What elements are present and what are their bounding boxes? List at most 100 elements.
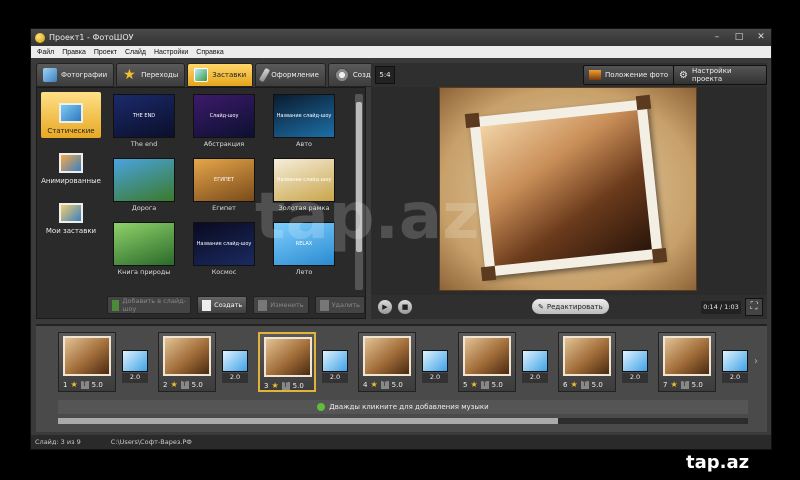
- playback-bar: ▶ ■ ✎ Редактировать 0:14 / 1:03 ⛶: [371, 295, 767, 319]
- status-path: C:\Users\Софт-Варез.РФ: [110, 438, 192, 446]
- project-settings-button[interactable]: ⚙ Настройки проекта: [673, 65, 767, 85]
- slide-duration: 5.0: [691, 380, 703, 389]
- menu-slide[interactable]: Слайд: [125, 49, 146, 56]
- slide-thumbnail: [63, 336, 111, 376]
- slide-thumbnail: [363, 336, 411, 376]
- brush-icon: [259, 67, 271, 83]
- timeline-slide[interactable]: 6 ★ T 5.0: [558, 332, 616, 392]
- play-icon[interactable]: ▶: [377, 299, 393, 315]
- preview-photo: [480, 110, 652, 266]
- menu-settings[interactable]: Настройки: [154, 49, 188, 56]
- template-thumb[interactable]: Дорога: [113, 158, 177, 212]
- template-thumb[interactable]: THE END The end: [113, 94, 177, 148]
- transition-duration: 2.0: [122, 373, 148, 383]
- tab-label: Заставки: [212, 71, 247, 79]
- template-image: [113, 222, 175, 266]
- slide-duration: 5.0: [491, 380, 503, 389]
- chevron-right-icon[interactable]: ›: [754, 356, 758, 367]
- text-icon: T: [680, 380, 689, 389]
- button-label: Удалить: [331, 301, 360, 309]
- timeline-slide[interactable]: 5 ★ T 5.0: [458, 332, 516, 392]
- timeline-transition[interactable]: 2.0: [422, 350, 450, 384]
- status-bar: Слайд: 3 из 9 C:\Users\Софт-Варез.РФ: [31, 435, 771, 449]
- photo-position-icon: [589, 70, 601, 80]
- menu-file[interactable]: Файл: [37, 49, 54, 56]
- category-list: Статические Анимированные Мои заставки: [41, 92, 101, 242]
- star-icon: ★: [170, 380, 178, 389]
- slide-thumbnail: [463, 336, 511, 376]
- timeline-scrollbar-thumb[interactable]: [58, 418, 558, 424]
- template-thumb[interactable]: Название слайд-шоу Авто: [273, 94, 337, 148]
- timeline-transition[interactable]: 2.0: [522, 350, 550, 384]
- my-screensavers-icon: [59, 203, 83, 223]
- tab-screensavers[interactable]: Заставки: [187, 63, 254, 87]
- tab-label: Фотографии: [61, 71, 108, 79]
- photo-position-button[interactable]: Положение фото: [583, 65, 675, 85]
- fullscreen-icon[interactable]: ⛶: [745, 298, 763, 316]
- frame-corner: [635, 94, 652, 111]
- timeline-slide[interactable]: 3 ★ T 5.0: [258, 332, 316, 392]
- timeline-slide[interactable]: 4 ★ T 5.0: [358, 332, 416, 392]
- timeline-transition[interactable]: 2.0: [122, 350, 150, 384]
- timeline-transition[interactable]: 2.0: [722, 350, 750, 384]
- create-button[interactable]: Создать: [197, 296, 248, 314]
- template-thumb[interactable]: Книга природы: [113, 222, 177, 276]
- category-animated[interactable]: Анимированные: [41, 142, 101, 188]
- timeline-slide[interactable]: 7 ★ T 5.0: [658, 332, 716, 392]
- template-thumb[interactable]: Слайд-шоу Абстракция: [193, 94, 257, 148]
- menu-help[interactable]: Справка: [196, 49, 223, 56]
- status-slide: Слайд: 3 из 9: [35, 438, 81, 446]
- slide-info: 2 ★ T 5.0: [163, 379, 213, 390]
- timeline-slide[interactable]: 2 ★ T 5.0: [158, 332, 216, 392]
- template-thumb[interactable]: Название слайд-шоу Космос: [193, 222, 257, 276]
- star-icon: ★: [370, 380, 378, 389]
- maximize-icon[interactable]: □: [733, 31, 745, 43]
- edit-template-button[interactable]: Изменить: [253, 296, 309, 314]
- button-label: Редактировать: [546, 302, 603, 311]
- aspect-ratio[interactable]: 5:4: [375, 66, 395, 84]
- template-thumb[interactable]: ЕГИПЕТ Египет: [193, 158, 257, 212]
- add-to-show-button[interactable]: Добавить в слайд-шоу: [107, 296, 192, 314]
- frame-corner: [480, 265, 497, 282]
- film-reel-icon: [334, 68, 349, 82]
- minimize-icon[interactable]: –: [711, 31, 723, 43]
- template-image: THE END: [113, 94, 175, 138]
- menu-edit[interactable]: Правка: [62, 49, 86, 56]
- timeline-slide[interactable]: 1 ★ T 5.0: [58, 332, 116, 392]
- text-icon: T: [180, 380, 189, 389]
- text-icon: T: [380, 380, 389, 389]
- template-label: Космос: [211, 268, 237, 276]
- timeline-transition[interactable]: 2.0: [622, 350, 650, 384]
- slide-thumbnail: [264, 337, 312, 377]
- slide-duration: 5.0: [191, 380, 203, 389]
- photos-icon: [43, 68, 57, 82]
- timeline-transition[interactable]: 2.0: [322, 350, 350, 384]
- delete-template-button[interactable]: Удалить: [314, 296, 365, 314]
- menu-project[interactable]: Проект: [94, 49, 117, 56]
- watermark-corner: tap.az: [686, 452, 749, 473]
- star-icon: ★: [271, 381, 279, 390]
- category-my[interactable]: Мои заставки: [41, 192, 101, 238]
- close-icon[interactable]: ✕: [755, 31, 767, 43]
- tab-transitions[interactable]: ★ Переходы: [116, 63, 186, 87]
- timeline-scrollbar[interactable]: [58, 418, 748, 424]
- gear-icon: ⚙: [679, 69, 688, 81]
- category-static[interactable]: Статические: [41, 92, 101, 138]
- transition-duration: 2.0: [222, 373, 248, 383]
- stop-icon[interactable]: ■: [397, 299, 413, 315]
- transition-thumbnail: [222, 350, 248, 372]
- category-label: Мои заставки: [45, 227, 97, 235]
- slide-thumbnail: [163, 336, 211, 376]
- tab-photos[interactable]: Фотографии: [36, 63, 115, 87]
- tab-design[interactable]: Оформление: [255, 63, 326, 87]
- new-document-icon: [202, 299, 212, 311]
- category-label: Анимированные: [41, 177, 101, 185]
- button-label: Изменить: [270, 301, 304, 309]
- slide-number: 5: [463, 380, 468, 389]
- slide-duration: 5.0: [591, 380, 603, 389]
- template-caption: ЕГИПЕТ: [214, 177, 234, 183]
- music-track[interactable]: Дважды кликните для добавления музыки: [58, 400, 748, 414]
- window-title: Проект1 - ФотоШОУ: [49, 33, 134, 42]
- timeline-transition[interactable]: 2.0: [222, 350, 250, 384]
- edit-slide-button[interactable]: ✎ Редактировать: [531, 298, 610, 315]
